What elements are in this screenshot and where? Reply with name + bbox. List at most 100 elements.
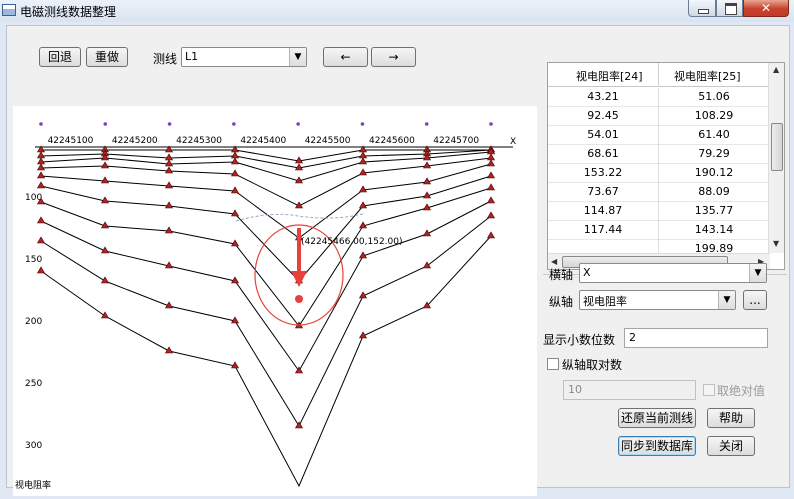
data-point-marker[interactable]: [100, 161, 110, 169]
table-cell[interactable]: 117.44: [548, 223, 658, 236]
table-cell[interactable]: 61.40: [659, 128, 769, 141]
data-point-marker[interactable]: [486, 159, 496, 167]
table-cell[interactable]: 114.87: [548, 204, 658, 217]
table-row[interactable]: 92.45 108.29: [548, 107, 770, 126]
data-point-marker[interactable]: [230, 186, 240, 194]
abs-value-checkbox[interactable]: [703, 384, 715, 396]
data-point-marker[interactable]: [230, 239, 240, 247]
data-point-marker[interactable]: [422, 261, 432, 269]
table-row[interactable]: 114.87 135.77: [548, 202, 770, 221]
data-point-marker[interactable]: [294, 156, 304, 164]
redo-button[interactable]: 重做: [86, 47, 128, 67]
table-cell[interactable]: 92.45: [548, 109, 658, 122]
table-cell[interactable]: 143.14: [659, 223, 769, 236]
restore-line-button[interactable]: 还原当前测线: [618, 408, 696, 428]
next-line-button[interactable]: →: [371, 47, 416, 67]
line-select[interactable]: L1 ▼: [181, 47, 307, 67]
undo-button[interactable]: 回退: [39, 47, 81, 67]
table-row[interactable]: 54.01 61.40: [548, 126, 770, 145]
data-point-marker[interactable]: [358, 185, 368, 193]
table-cell[interactable]: 88.09: [659, 185, 769, 198]
y-tick-labels: 100150200250300: [25, 193, 42, 451]
data-point-marker[interactable]: [164, 226, 174, 234]
station-markers: [39, 122, 493, 126]
dialog-body: 回退 重做 测线 L1 ▼ ← → 42245100 42245200 422453…: [6, 25, 790, 496]
data-point-marker[interactable]: [358, 168, 368, 176]
scroll-up-icon[interactable]: ▲: [773, 65, 779, 74]
data-point-marker[interactable]: [486, 183, 496, 191]
data-point-marker[interactable]: [36, 163, 46, 171]
data-point-marker[interactable]: [294, 163, 304, 171]
data-point-marker[interactable]: [486, 171, 496, 179]
data-point-marker[interactable]: [100, 176, 110, 184]
scroll-left-icon[interactable]: ◀: [551, 257, 557, 266]
decimals-input[interactable]: 2: [624, 328, 768, 348]
data-point-marker[interactable]: [36, 266, 46, 274]
drag-highlight[interactable]: (42245466.00,152.00): [235, 213, 403, 326]
data-point-marker[interactable]: [358, 151, 368, 159]
data-grid[interactable]: 视电阻率[24] 视电阻率[25] 43.21 51.06 92.45 108.29 5…: [547, 62, 785, 278]
maximize-button[interactable]: [716, 0, 743, 17]
profile-chart-svg[interactable]: 42245100 42245200 42245300 42245400 42245500…: [13, 106, 537, 496]
x-axis-select[interactable]: X ▼: [579, 263, 767, 283]
data-point-marker[interactable]: [164, 181, 174, 189]
data-point-marker[interactable]: [230, 169, 240, 177]
table-row[interactable]: 117.44 143.14: [548, 221, 770, 240]
table-row[interactable]: 73.67 88.09: [548, 183, 770, 202]
data-point-marker[interactable]: [230, 151, 240, 159]
data-point-marker[interactable]: [164, 153, 174, 161]
data-point-marker[interactable]: [422, 161, 432, 169]
scroll-down-icon[interactable]: ▼: [773, 239, 779, 248]
dragged-point[interactable]: [295, 295, 303, 303]
vertical-scroll-thumb[interactable]: [771, 123, 783, 171]
help-button[interactable]: 帮助: [707, 408, 755, 428]
table-cell[interactable]: 79.29: [659, 147, 769, 160]
column-header[interactable]: 视电阻率[24]: [576, 68, 643, 84]
data-point-marker[interactable]: [164, 159, 174, 167]
sync-database-button[interactable]: 同步到数据库: [618, 436, 696, 456]
table-cell[interactable]: 43.21: [548, 90, 658, 103]
profile-chart[interactable]: 42245100 42245200 42245300 42245400 42245500…: [13, 106, 537, 496]
minimize-button[interactable]: [688, 0, 716, 17]
data-point-marker[interactable]: [358, 201, 368, 209]
data-point-marker[interactable]: [486, 231, 496, 239]
close-button[interactable]: 关闭: [707, 436, 755, 456]
data-point-marker[interactable]: [36, 151, 46, 159]
y-axis-select[interactable]: 视电阻率 ▼: [579, 290, 736, 310]
data-point-marker[interactable]: [358, 157, 368, 165]
log-base-input[interactable]: 10: [563, 380, 696, 400]
table-row[interactable]: 43.21 51.06: [548, 88, 770, 107]
table-row[interactable]: 153.22 190.12: [548, 164, 770, 183]
table-cell[interactable]: 54.01: [548, 128, 658, 141]
data-point-marker[interactable]: [164, 166, 174, 174]
data-point-marker[interactable]: [486, 211, 496, 219]
column-divider: [658, 107, 659, 126]
column-divider: [658, 145, 659, 164]
vertical-scrollbar[interactable]: ▲ ▼: [768, 63, 784, 253]
table-row[interactable]: 68.61 79.29: [548, 145, 770, 164]
table-cell[interactable]: 68.61: [548, 147, 658, 160]
log-axis-checkbox[interactable]: [547, 358, 559, 370]
prev-line-button[interactable]: ←: [323, 47, 368, 67]
table-cell[interactable]: 73.67: [548, 185, 658, 198]
data-point-marker[interactable]: [36, 181, 46, 189]
table-cell[interactable]: 135.77: [659, 204, 769, 217]
table-cell[interactable]: 108.29: [659, 109, 769, 122]
table-cell[interactable]: 153.22: [548, 166, 658, 179]
data-point-marker[interactable]: [230, 157, 240, 165]
data-point-marker[interactable]: [36, 171, 46, 179]
close-window-button[interactable]: ✕: [743, 0, 789, 17]
close-icon: ✕: [760, 1, 772, 15]
data-point-marker[interactable]: [36, 157, 46, 165]
table-cell[interactable]: 51.06: [659, 90, 769, 103]
table-cell[interactable]: 190.12: [659, 166, 769, 179]
data-point-marker[interactable]: [36, 236, 46, 244]
more-options-button[interactable]: ...: [743, 290, 767, 310]
data-point-marker[interactable]: [486, 196, 496, 204]
data-point-marker[interactable]: [230, 209, 240, 217]
data-point-marker[interactable]: [486, 153, 496, 161]
data-point-marker[interactable]: [36, 216, 46, 224]
data-point-marker[interactable]: [100, 311, 110, 319]
column-header[interactable]: 视电阻率[25]: [674, 68, 741, 84]
data-point-marker[interactable]: [164, 201, 174, 209]
